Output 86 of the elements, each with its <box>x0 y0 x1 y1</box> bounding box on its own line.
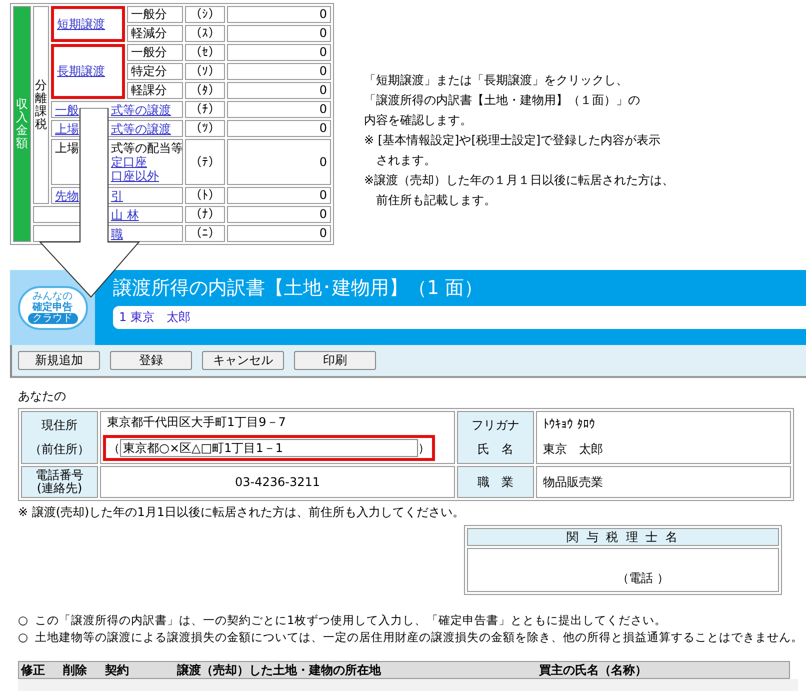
bullet-mark: ○ <box>18 630 28 645</box>
income-link[interactable]: 一般 <box>55 102 79 116</box>
toolbar-button[interactable]: 登録 <box>110 351 192 370</box>
income-value: 0 <box>227 120 331 137</box>
note-text: この「譲渡所得の内訳書」は、一の契約ごとに1枚ずつ使用して入力し、「確定申告書」とともに提出してください。 <box>35 613 666 628</box>
income-code: （ｽ） <box>185 25 225 42</box>
income-link[interactable]: 定口座 <box>111 155 147 169</box>
column-header: 契約 <box>104 662 130 678</box>
income-label: 軽課分 <box>127 82 183 99</box>
note-text: 土地建物等の譲渡による譲渡損失の金額については、一定の居住用財産の譲渡損失の金額を除き、他の所得と損益通算することはできません。 <box>35 630 804 645</box>
phone-text: 03-4236-3211 <box>234 475 320 489</box>
income-value: 0 <box>227 206 331 223</box>
income-label: 特定分 <box>127 63 183 80</box>
paren-text: ） <box>418 440 430 456</box>
occupation-text: 物品販売業 <box>543 474 603 490</box>
paren-text: （ <box>108 440 120 456</box>
field-label: フリガナ <box>472 419 520 432</box>
income-label: 軽減分 <box>127 25 183 42</box>
income-code: （ｾ） <box>185 44 225 61</box>
field-label: 電話番号 <box>36 469 84 482</box>
income-link[interactable]: 山 林 <box>111 208 139 222</box>
note-text: ※ 譲渡(売却)した年の1月1日以後に転居された方は、前住所も入力してください。 <box>18 504 466 521</box>
income-value: 0 <box>227 25 331 42</box>
column-header: 譲渡（売却）した土地・建物の所在地 <box>176 662 382 678</box>
income-value: 0 <box>227 6 331 23</box>
transfer-link[interactable]: 長期譲渡 <box>57 64 105 78</box>
income-side-label: 収入金額 <box>13 6 31 242</box>
income-link[interactable]: 式等の譲渡 <box>111 102 171 116</box>
field-label: （前住所） <box>30 442 90 456</box>
column-header: 削除 <box>62 662 88 678</box>
income-code: （ﾆ） <box>185 225 225 242</box>
logo-text: みんなの <box>32 290 72 302</box>
income-link[interactable]: 職 <box>111 226 123 240</box>
separate-tax-label: 分離課税 <box>35 78 47 132</box>
name-text: 東京 太郎 <box>543 441 603 458</box>
income-link[interactable]: 引 <box>111 188 123 202</box>
furigana-text: ﾄｳｷｮｳ ﾀﾛｳ <box>543 417 595 431</box>
field-label: (連絡先) <box>36 482 82 495</box>
instruction-text: 「譲渡所得の内訳書【土地・建物用】（１面）」の <box>364 93 641 108</box>
previous-address-field[interactable]: 東京都○×区△□町1丁目1－1 <box>120 439 418 457</box>
field-label: 現住所 <box>42 419 78 432</box>
income-code: （ｿ） <box>185 63 225 80</box>
toolbar-button[interactable]: 新規追加 <box>18 351 100 370</box>
instruction-text: 前住所も記載します。 <box>375 193 497 208</box>
section-label: あなたの <box>18 388 67 405</box>
income-code: （ﾃ） <box>185 139 225 185</box>
income-code: （ﾂ） <box>185 120 225 137</box>
income-code: （ｼ） <box>185 6 225 23</box>
address-text: 東京都千代田区大手町1丁目9－7 <box>107 414 286 431</box>
accountant-header: 関 与 税 理 士 名 <box>467 528 779 546</box>
transfer-link[interactable]: 短期譲渡 <box>57 16 105 30</box>
income-value: 0 <box>227 225 331 242</box>
income-code: （ﾅ） <box>185 206 225 223</box>
income-label: 一般分 <box>127 44 183 61</box>
income-link[interactable]: 先物 <box>55 188 79 202</box>
income-value: 0 <box>227 82 331 99</box>
phone-label: （電話 ） <box>617 570 669 587</box>
income-label: 上場 <box>55 141 79 155</box>
instruction-text: ※ [基本情報設定]や[税理士設定]で登録した内容が表示 <box>364 133 662 148</box>
instruction-text: ※譲渡（売却）した年の１月１日以後に転居された方は、 <box>364 173 674 188</box>
column-header: 修正 <box>20 662 46 678</box>
instruction-text: されます。 <box>375 153 437 168</box>
income-value: 0 <box>227 187 331 204</box>
field-label: 職 業 <box>478 476 514 488</box>
bullet-mark: ○ <box>18 613 28 628</box>
income-label: 一般分 <box>127 6 183 23</box>
income-value: 0 <box>227 101 331 118</box>
user-name-bar: 1 東京 太郎 <box>113 306 806 329</box>
instruction-text: 「短期譲渡」または「長期譲渡」をクリックし、 <box>364 73 629 88</box>
income-value: 0 <box>227 63 331 80</box>
income-value: 0 <box>227 44 331 61</box>
income-code: （ﾁ） <box>185 101 225 118</box>
column-header: 買主の氏名（名称） <box>538 662 648 678</box>
logo-text: クラウド <box>28 312 78 324</box>
income-link[interactable]: 上場 <box>55 122 79 136</box>
toolbar-button[interactable]: 印刷 <box>294 351 376 370</box>
income-code: （ﾄ） <box>185 187 225 204</box>
income-value: 0 <box>227 139 331 185</box>
window-title: 譲渡所得の内訳書【土地･建物用】（1 面） <box>113 276 484 300</box>
instruction-text: 内容を確認します。 <box>364 113 473 128</box>
logo-text: 確定申告 <box>32 302 72 312</box>
income-code: （ﾀ） <box>185 82 225 99</box>
toolbar-button[interactable]: キャンセル <box>202 351 284 370</box>
income-link[interactable]: 口座以外 <box>111 169 159 183</box>
income-link[interactable]: 式等の譲渡 <box>111 122 171 136</box>
field-label: 氏 名 <box>478 442 514 456</box>
